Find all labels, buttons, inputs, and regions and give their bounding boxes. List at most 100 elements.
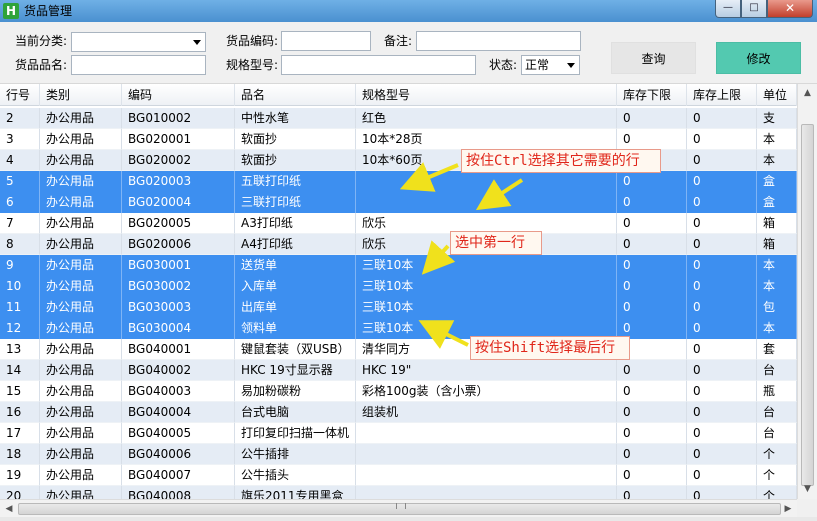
cell-min-stock: 0 [617, 234, 687, 255]
cell-code: BG020003 [122, 171, 235, 192]
minimize-button[interactable]: — [715, 0, 741, 18]
status-select[interactable]: 正常 [521, 55, 580, 75]
cell-category: 办公用品 [40, 360, 122, 381]
table-row[interactable]: 19 办公用品 BG040007 公牛插头 0 0 个 [0, 465, 797, 486]
query-button[interactable]: 查询 [611, 42, 696, 74]
cell-unit: 本 [757, 276, 797, 297]
cell-row-no: 20 [0, 486, 40, 499]
cell-row-no: 17 [0, 423, 40, 444]
table-row[interactable]: 20 办公用品 BG040008 旗乐2011专用黑盒 0 0 个 [0, 486, 797, 499]
horizontal-scrollbar[interactable]: ◀ ▶ [0, 499, 797, 517]
column-header-category[interactable]: 类别 [40, 84, 122, 106]
cell-code: BG040004 [122, 402, 235, 423]
cell-name: A3打印纸 [235, 213, 356, 234]
cell-min-stock: 0 [617, 360, 687, 381]
table-row[interactable]: 6 办公用品 BG020004 三联打印纸 0 0 盒 [0, 192, 797, 213]
category-label: 当前分类: [15, 34, 68, 48]
app-icon: H [3, 3, 19, 19]
cell-code: BG030002 [122, 276, 235, 297]
column-header-min-stock[interactable]: 库存下限 [617, 84, 687, 106]
table-row[interactable]: 13办公用品BG040001键鼠套装（双USB）清华同方00套 [0, 339, 797, 360]
table-row[interactable]: 8 办公用品 BG020006 A4打印纸 欣乐 0 0 箱 [0, 234, 797, 255]
column-header-spec[interactable]: 规格型号 [356, 84, 617, 106]
name-input[interactable] [71, 55, 206, 75]
cell-min-stock: 0 [617, 402, 687, 423]
cell-category: 办公用品 [40, 234, 122, 255]
close-button[interactable]: ✕ [767, 0, 813, 18]
cell-unit: 台 [757, 360, 797, 381]
column-header-max-stock[interactable]: 库存上限 [687, 84, 757, 106]
cell-row-no: 2 [0, 108, 40, 129]
cell-min-stock: 0 [617, 171, 687, 192]
cell-row-no: 11 [0, 297, 40, 318]
cell-category: 办公用品 [40, 171, 122, 192]
maximize-button[interactable]: □ [741, 0, 767, 18]
cell-row-no: 12 [0, 318, 40, 339]
cell-row-no: 9 [0, 255, 40, 276]
cell-spec [356, 486, 617, 499]
cell-unit: 箱 [757, 213, 797, 234]
cell-code: BG030001 [122, 255, 235, 276]
cell-max-stock: 0 [687, 423, 757, 444]
spec-input[interactable] [281, 55, 476, 75]
scroll-down-icon[interactable]: ▼ [801, 482, 814, 496]
table-row[interactable]: 5 办公用品 BG020003 五联打印纸 0 0 盒 [0, 171, 797, 192]
table-row[interactable]: 9 办公用品 BG030001 送货单 三联10本 0 0 本 [0, 255, 797, 276]
column-header-name[interactable]: 品名 [235, 84, 356, 106]
vertical-scroll-thumb[interactable] [801, 124, 814, 486]
table-row[interactable]: 7 办公用品 BG020005 A3打印纸 欣乐 0 0 箱 [0, 213, 797, 234]
table-row[interactable]: 4办公用品BG020002软面抄10本*60页00本 [0, 150, 797, 171]
code-input[interactable] [281, 31, 371, 51]
ctrl-annotation: 按住Ctrl选择其它需要的行 [461, 149, 661, 173]
cell-code: BG020001 [122, 129, 235, 150]
table-row[interactable]: 10 办公用品 BG030002 入库单 三联10本 0 0 本 [0, 276, 797, 297]
cell-row-no: 8 [0, 234, 40, 255]
cell-category: 办公用品 [40, 129, 122, 150]
cell-unit: 个 [757, 465, 797, 486]
scroll-left-icon[interactable]: ◀ [2, 502, 16, 516]
cell-code: BG040005 [122, 423, 235, 444]
cell-unit: 支 [757, 108, 797, 129]
cell-spec [356, 444, 617, 465]
table-row[interactable]: 16 办公用品 BG040004 台式电脑 组装机 0 0 台 [0, 402, 797, 423]
scroll-up-icon[interactable]: ▲ [801, 86, 814, 100]
table-row[interactable]: 12 办公用品 BG030004 领料单 三联10本 0 0 本 [0, 318, 797, 339]
cell-code: BG040008 [122, 486, 235, 499]
cell-code: BG030003 [122, 297, 235, 318]
vertical-scrollbar[interactable]: ▲ ▼ [797, 84, 817, 499]
edit-button[interactable]: 修改 [716, 42, 801, 74]
table-row[interactable]: 18 办公用品 BG040006 公牛插排 0 0 个 [0, 444, 797, 465]
table-row[interactable]: 17 办公用品 BG040005 打印复印扫描一体机 0 0 台 [0, 423, 797, 444]
table-row[interactable]: 11 办公用品 BG030003 出库单 三联10本 0 0 包 [0, 297, 797, 318]
title-bar: H 货品管理 — □ ✕ [0, 0, 817, 22]
cell-max-stock: 0 [687, 444, 757, 465]
note-input[interactable] [416, 31, 581, 51]
cell-unit: 本 [757, 150, 797, 171]
cell-name: HKC 19寸显示器 [235, 360, 356, 381]
note-label: 备注: [384, 34, 413, 48]
cell-name: 领料单 [235, 318, 356, 339]
cell-code: BG020004 [122, 192, 235, 213]
column-header-row-no[interactable]: 行号 [0, 84, 40, 106]
table-row[interactable]: 3 办公用品 BG020001 软面抄 10本*28页 0 0 本 [0, 129, 797, 150]
chevron-down-icon [193, 40, 201, 45]
table-row[interactable]: 15 办公用品 BG040003 易加粉碳粉 彩格100g装（含小票） 0 0 瓶 [0, 381, 797, 402]
cell-name: A4打印纸 [235, 234, 356, 255]
column-header-code[interactable]: 编码 [122, 84, 235, 106]
cell-code: BG040001 [122, 339, 235, 360]
cell-category: 办公用品 [40, 192, 122, 213]
table-row[interactable]: 14 办公用品 BG040002 HKC 19寸显示器 HKC 19" 0 0 台 [0, 360, 797, 381]
table-row[interactable]: 2 办公用品 BG010002 中性水笔 红色 0 0 支 [0, 108, 797, 129]
cell-name: 键鼠套装（双USB） [235, 339, 356, 360]
cell-min-stock: 0 [617, 297, 687, 318]
cell-spec: 彩格100g装（含小票） [356, 381, 617, 402]
column-header-unit[interactable]: 单位 [757, 84, 797, 106]
scroll-right-icon[interactable]: ▶ [781, 502, 795, 516]
cell-name: 中性水笔 [235, 108, 356, 129]
chevron-down-icon [567, 63, 575, 68]
cell-name: 入库单 [235, 276, 356, 297]
status-select-value: 正常 [525, 58, 550, 72]
table-header: 行号 类别 编码 品名 规格型号 库存下限 库存上限 单位 [0, 84, 797, 106]
category-select[interactable] [71, 32, 206, 52]
cell-spec: 三联10本 [356, 276, 617, 297]
